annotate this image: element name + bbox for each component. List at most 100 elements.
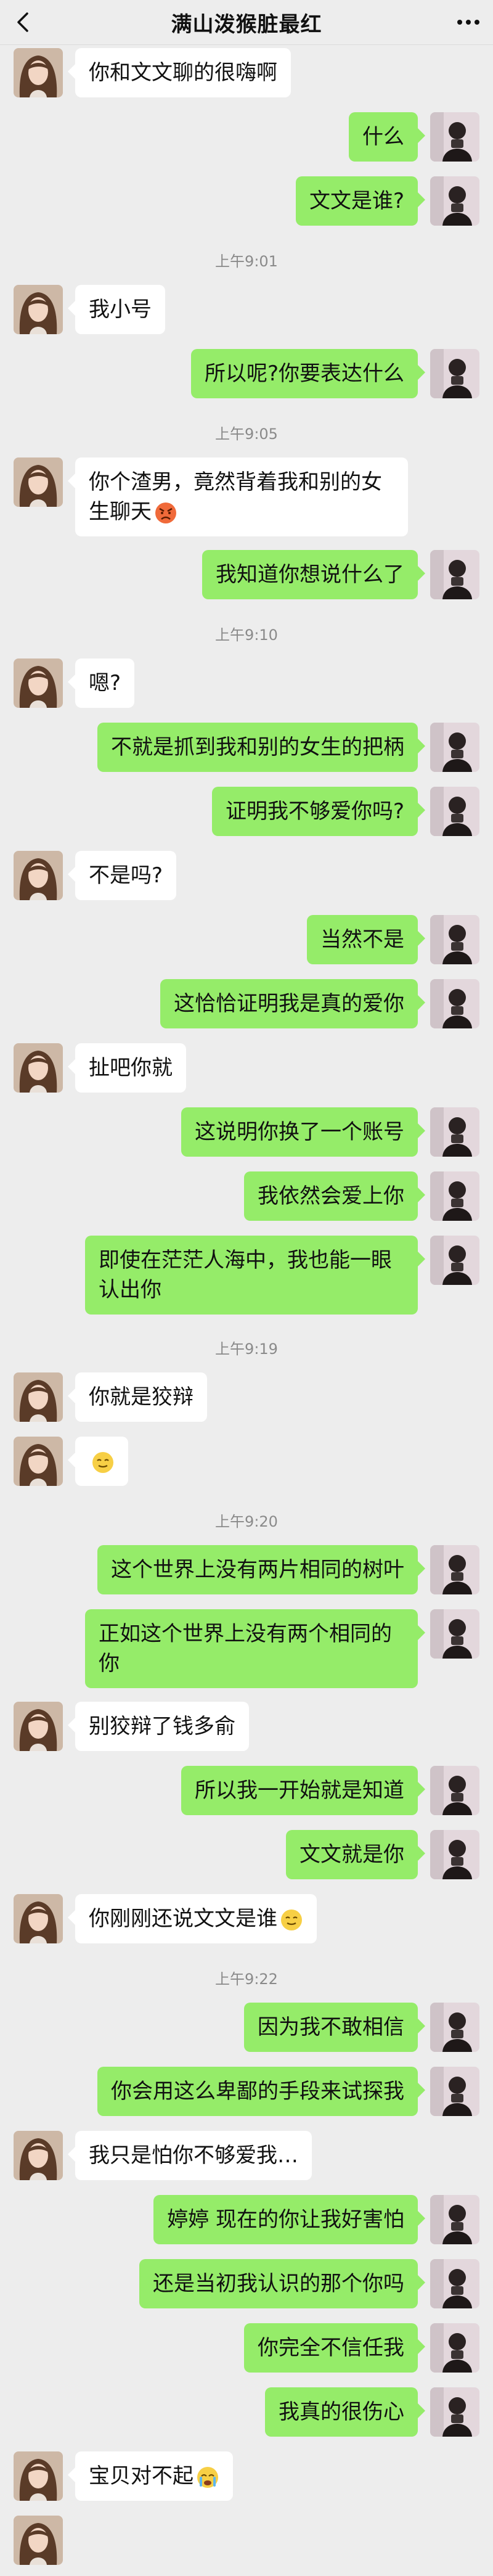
contact-avatar[interactable] bbox=[14, 851, 63, 900]
message-text: 这个世界上没有两片相同的树叶 bbox=[111, 1557, 404, 1582]
my-avatar[interactable] bbox=[430, 2323, 479, 2373]
outgoing-message-bubble[interactable]: 因为我不敢相信 bbox=[244, 2003, 425, 2052]
contact-avatar[interactable] bbox=[14, 285, 63, 334]
smile-face-emoji bbox=[92, 1451, 113, 1473]
timestamp: 上午9:20 bbox=[215, 1513, 278, 1530]
my-avatar[interactable] bbox=[430, 1545, 479, 1594]
message-text: 你完全不信任我 bbox=[258, 2336, 404, 2360]
my-avatar[interactable] bbox=[430, 2195, 479, 2244]
outgoing-message-bubble[interactable]: 什么 bbox=[349, 112, 425, 162]
outgoing-message-bubble[interactable]: 不就是抓到我和别的女生的把柄 bbox=[97, 723, 425, 772]
my-avatar[interactable] bbox=[430, 2387, 479, 2437]
outgoing-message-row: 文文是谁? bbox=[0, 173, 493, 237]
outgoing-message-bubble[interactable]: 这说明你换了一个账号 bbox=[181, 1107, 425, 1157]
message-text: 不是吗? bbox=[89, 863, 163, 888]
message-text bbox=[89, 1437, 115, 1486]
contact-avatar[interactable] bbox=[14, 2516, 63, 2565]
my-avatar[interactable] bbox=[430, 112, 479, 162]
message-text: 我小号 bbox=[89, 297, 152, 322]
my-avatar[interactable] bbox=[430, 349, 479, 398]
my-avatar[interactable] bbox=[430, 2067, 479, 2116]
outgoing-message-bubble[interactable]: 婷婷 现在的你让我好害怕 bbox=[153, 2195, 425, 2244]
back-arrow-icon[interactable] bbox=[12, 11, 35, 33]
incoming-message-bubble[interactable]: 宝贝对不起 bbox=[68, 2451, 233, 2501]
outgoing-message-bubble[interactable]: 文文就是你 bbox=[286, 1830, 425, 1879]
my-avatar[interactable] bbox=[430, 1236, 479, 1285]
timestamp-row: 上午9:22 bbox=[0, 1955, 493, 1999]
outgoing-message-bubble[interactable]: 我真的很伤心 bbox=[265, 2387, 425, 2437]
outgoing-message-bubble[interactable]: 这恰恰证明我是真的爱你 bbox=[160, 979, 425, 1028]
message-text: 你个渣男，竟然背着我和别的女生聊天 bbox=[89, 470, 382, 524]
my-avatar[interactable] bbox=[430, 723, 479, 772]
incoming-message-row: 宝贝对不起 bbox=[0, 2448, 493, 2512]
outgoing-message-row: 文文就是你 bbox=[0, 1826, 493, 1890]
outgoing-message-bubble[interactable]: 文文是谁? bbox=[295, 176, 426, 226]
incoming-message-bubble[interactable]: 嗯? bbox=[67, 658, 135, 708]
timestamp-row: 上午9:10 bbox=[0, 610, 493, 655]
contact-avatar[interactable] bbox=[14, 2131, 63, 2180]
message-text: 文文是谁? bbox=[309, 189, 404, 213]
my-avatar[interactable] bbox=[430, 176, 479, 226]
timestamp: 上午9:01 bbox=[215, 253, 278, 270]
outgoing-message-bubble[interactable]: 正如这个世界上没有两个相同的你 bbox=[85, 1609, 425, 1688]
incoming-message-bubble[interactable]: 我只是怕你不够爱我… bbox=[68, 2131, 312, 2180]
message-list[interactable]: 你和文文聊的很嗨啊 什么 文文是谁? 上午9:01 我小号 所以呢?你要表达什么上… bbox=[0, 44, 493, 2576]
incoming-message-bubble[interactable]: 你刚刚还说文文是谁 bbox=[68, 1894, 317, 1943]
outgoing-message-bubble[interactable]: 你会用这么卑鄙的手段来试探我 bbox=[97, 2067, 425, 2116]
outgoing-message-row: 这个世界上没有两片相同的树叶 bbox=[0, 1541, 493, 1606]
message-text: 你刚刚还说文文是谁 bbox=[89, 1894, 303, 1943]
incoming-message-bubble[interactable] bbox=[68, 1437, 128, 1486]
contact-avatar[interactable] bbox=[14, 2451, 63, 2501]
outgoing-message-row: 你完全不信任我 bbox=[0, 2320, 493, 2384]
incoming-message-bubble[interactable]: 你就是狡辩 bbox=[68, 1372, 207, 1422]
outgoing-message-bubble[interactable]: 这个世界上没有两片相同的树叶 bbox=[97, 1545, 425, 1594]
contact-avatar[interactable] bbox=[14, 1372, 63, 1422]
my-avatar[interactable] bbox=[430, 2003, 479, 2052]
contact-avatar[interactable] bbox=[14, 48, 63, 97]
my-avatar[interactable] bbox=[430, 1830, 479, 1879]
incoming-message-row bbox=[0, 1433, 493, 1497]
incoming-message-bubble[interactable]: 你和文文聊的很嗨啊 bbox=[68, 48, 291, 97]
outgoing-message-bubble[interactable]: 即使在茫茫人海中，我也能一眼认出你 bbox=[85, 1236, 425, 1315]
my-avatar[interactable] bbox=[430, 1609, 479, 1659]
message-text: 你会用这么卑鄙的手段来试探我 bbox=[111, 2079, 404, 2104]
my-avatar[interactable] bbox=[430, 915, 479, 964]
incoming-message-bubble[interactable]: 别狡辩了钱多俞 bbox=[68, 1702, 249, 1751]
outgoing-message-bubble[interactable]: 所以呢?你要表达什么 bbox=[190, 349, 426, 398]
contact-avatar[interactable] bbox=[14, 1437, 63, 1486]
message-text: 婷婷 现在的你让我好害怕 bbox=[167, 2207, 404, 2232]
my-avatar[interactable] bbox=[430, 2259, 479, 2308]
incoming-message-bubble[interactable]: 你个渣男，竟然背着我和别的女生聊天 bbox=[68, 457, 408, 536]
outgoing-message-bubble[interactable]: 你完全不信任我 bbox=[244, 2323, 425, 2373]
my-avatar[interactable] bbox=[430, 1171, 479, 1221]
incoming-message-bubble[interactable]: 我小号 bbox=[68, 285, 165, 334]
message-text: 文文就是你 bbox=[299, 1842, 404, 1867]
outgoing-message-bubble[interactable]: 我依然会爱上你 bbox=[244, 1171, 425, 1221]
my-avatar[interactable] bbox=[430, 550, 479, 599]
my-avatar[interactable] bbox=[430, 1766, 479, 1815]
incoming-message-row: 你刚刚还说文文是谁 bbox=[0, 1890, 493, 1955]
contact-avatar[interactable] bbox=[14, 1702, 63, 1751]
outgoing-message-bubble[interactable]: 我知道你想说什么了 bbox=[202, 550, 425, 599]
message-text: 嗯? bbox=[89, 671, 121, 695]
outgoing-message-bubble[interactable]: 证明我不够爱你吗? bbox=[211, 787, 426, 836]
my-avatar[interactable] bbox=[430, 979, 479, 1028]
contact-avatar[interactable] bbox=[14, 457, 63, 507]
incoming-message-bubble[interactable]: 扯吧你就 bbox=[68, 1043, 186, 1093]
chat-title: 满山泼猴脏最红 bbox=[171, 12, 322, 37]
incoming-message-bubble[interactable]: 不是吗? bbox=[67, 851, 177, 900]
message-text: 这恰恰证明我是真的爱你 bbox=[174, 991, 404, 1016]
contact-avatar[interactable] bbox=[14, 1043, 63, 1093]
outgoing-message-bubble[interactable]: 所以我一开始就是知道 bbox=[181, 1766, 425, 1815]
outgoing-message-row: 我依然会爱上你 bbox=[0, 1168, 493, 1232]
outgoing-message-bubble[interactable]: 当然不是 bbox=[307, 915, 425, 964]
contact-avatar[interactable] bbox=[14, 1894, 63, 1943]
outgoing-message-bubble[interactable]: 还是当初我认识的那个你吗 bbox=[139, 2259, 425, 2308]
my-avatar[interactable] bbox=[430, 787, 479, 836]
my-avatar[interactable] bbox=[430, 1107, 479, 1157]
more-options-icon[interactable] bbox=[455, 11, 482, 33]
contact-avatar[interactable] bbox=[14, 658, 63, 708]
outgoing-message-row: 你会用这么卑鄙的手段来试探我 bbox=[0, 2063, 493, 2127]
outgoing-message-row: 所以我一开始就是知道 bbox=[0, 1762, 493, 1826]
incoming-message-row: 你就是狡辩 bbox=[0, 1369, 493, 1433]
